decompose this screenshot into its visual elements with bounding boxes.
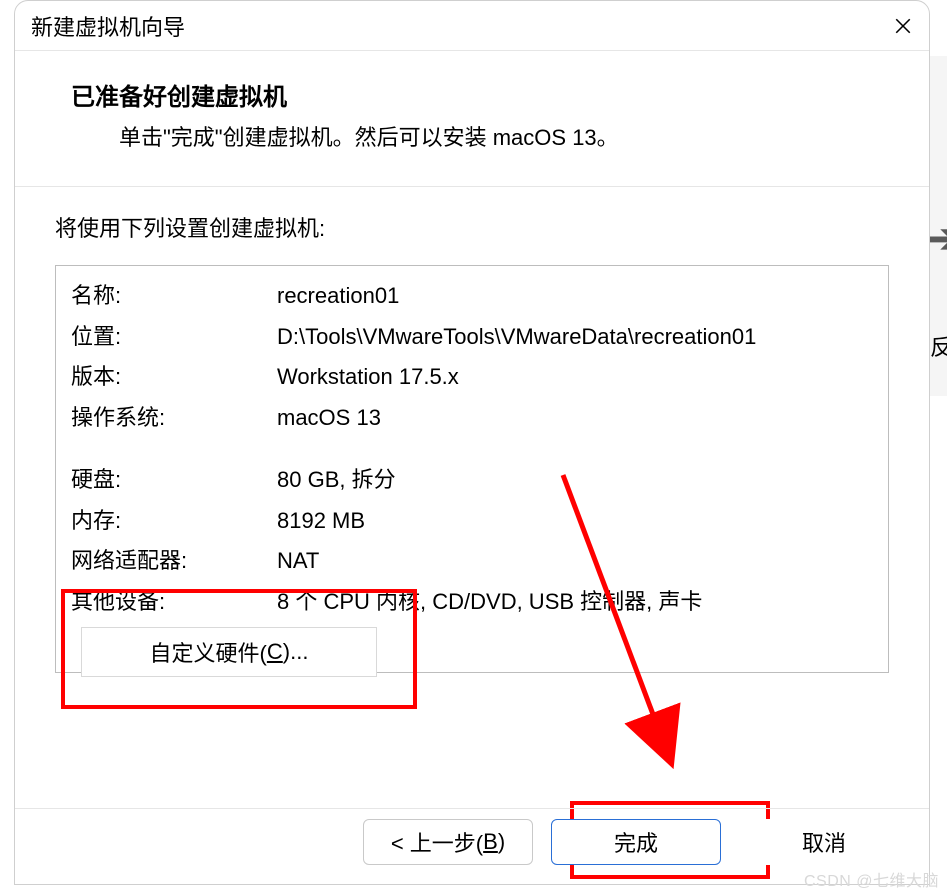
customize-hardware-hotkey: C xyxy=(267,639,283,665)
summary-table: 名称: recreation01 位置: D:\Tools\VMwareTool… xyxy=(70,276,874,622)
close-button[interactable] xyxy=(889,12,917,40)
back-button[interactable]: < 上一步(B) xyxy=(363,819,533,865)
summary-value: macOS 13 xyxy=(276,398,874,439)
summary-label: 内存: xyxy=(70,501,276,542)
summary-label: 硬盘: xyxy=(70,460,276,501)
summary-value: 80 GB, 拆分 xyxy=(276,460,874,501)
summary-value: NAT xyxy=(276,541,874,582)
header-heading: 已准备好创建虚拟机 xyxy=(71,77,913,112)
summary-intro: 将使用下列设置创建虚拟机: xyxy=(55,211,889,243)
summary-value: Workstation 17.5.x xyxy=(276,357,874,398)
wizard-dialog: 新建虚拟机向导 已准备好创建虚拟机 单击"完成"创建虚拟机。然后可以安装 mac… xyxy=(14,0,930,885)
button-bar: < 上一步(B) 完成 取消 xyxy=(15,808,929,874)
table-row: 名称: recreation01 xyxy=(70,276,874,317)
summary-label: 位置: xyxy=(70,317,276,358)
summary-box: 名称: recreation01 位置: D:\Tools\VMwareTool… xyxy=(55,265,889,673)
table-row: 网络适配器: NAT xyxy=(70,541,874,582)
titlebar: 新建虚拟机向导 xyxy=(15,1,929,51)
content-section: 将使用下列设置创建虚拟机: 名称: recreation01 位置: D:\To… xyxy=(15,187,929,673)
back-label-post: ) xyxy=(498,829,505,855)
background-window-strip: ➔ 反 xyxy=(929,56,947,396)
dialog-title: 新建虚拟机向导 xyxy=(31,10,185,42)
summary-label: 版本: xyxy=(70,357,276,398)
bg-text-glyph: 反 xyxy=(930,330,947,362)
cancel-button[interactable]: 取消 xyxy=(739,819,909,865)
close-icon xyxy=(894,17,912,35)
table-row: 其他设备: 8 个 CPU 内核, CD/DVD, USB 控制器, 声卡 xyxy=(70,582,874,623)
back-label-pre: < 上一步( xyxy=(391,826,483,858)
customize-hardware-label-post: )... xyxy=(283,639,309,665)
summary-label: 名称: xyxy=(70,276,276,317)
table-row: 位置: D:\Tools\VMwareTools\VMwareData\recr… xyxy=(70,317,874,358)
summary-value: 8192 MB xyxy=(276,501,874,542)
table-row: 版本: Workstation 17.5.x xyxy=(70,357,874,398)
cancel-label: 取消 xyxy=(802,826,846,858)
customize-hardware-button[interactable]: 自定义硬件(C)... xyxy=(81,627,377,677)
summary-label: 网络适配器: xyxy=(70,541,276,582)
table-row: 硬盘: 80 GB, 拆分 xyxy=(70,460,874,501)
back-hotkey: B xyxy=(483,829,498,855)
watermark: CSDN @七维大脑 xyxy=(804,867,939,891)
summary-label: 操作系统: xyxy=(70,398,276,439)
header-subtext: 单击"完成"创建虚拟机。然后可以安装 macOS 13。 xyxy=(71,120,913,152)
header-section: 已准备好创建虚拟机 单击"完成"创建虚拟机。然后可以安装 macOS 13。 xyxy=(15,51,929,187)
summary-value: D:\Tools\VMwareTools\VMwareData\recreati… xyxy=(276,317,874,358)
summary-value: recreation01 xyxy=(276,276,874,317)
summary-label: 其他设备: xyxy=(70,582,276,623)
table-row: 操作系统: macOS 13 xyxy=(70,398,874,439)
finish-button[interactable]: 完成 xyxy=(551,819,721,865)
customize-hardware-label-pre: 自定义硬件( xyxy=(150,636,267,668)
table-row: 内存: 8192 MB xyxy=(70,501,874,542)
summary-value: 8 个 CPU 内核, CD/DVD, USB 控制器, 声卡 xyxy=(276,582,874,623)
finish-label: 完成 xyxy=(614,826,658,858)
table-gap xyxy=(70,438,874,460)
